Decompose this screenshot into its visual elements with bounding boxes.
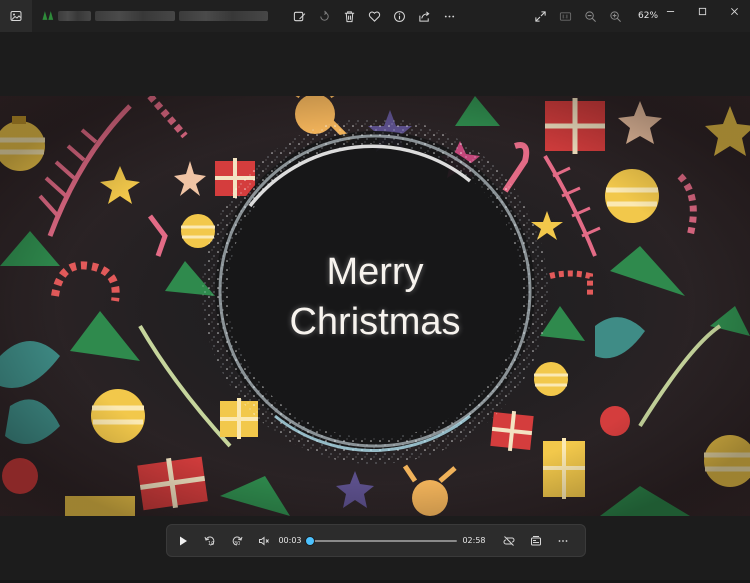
maximize-button[interactable] [686,0,718,22]
captions-icon [530,535,541,545]
close-icon [730,7,738,15]
play-button[interactable] [169,525,196,556]
maximize-icon [698,7,706,15]
rotate-icon [320,10,329,21]
player-more-button[interactable] [549,525,576,556]
zoom-out-button[interactable] [578,4,603,28]
trash-icon [344,10,355,22]
expand-icon [535,10,546,22]
edit-image-button[interactable] [287,4,312,28]
actual-size-button[interactable] [553,4,578,28]
svg-text:30: 30 [234,541,240,547]
skip-forward-30-icon: 30 [232,536,242,547]
svg-text:10: 10 [208,541,214,547]
captions-button[interactable] [522,525,549,556]
rotate-button[interactable] [312,4,337,28]
duration: 02:58 [462,536,486,545]
favorite-button[interactable] [362,4,387,28]
seek-track [307,539,457,542]
window-controls [654,0,750,22]
heart-icon [368,11,381,22]
repeat-button[interactable] [495,525,522,556]
delete-button[interactable] [337,4,362,28]
skip-back-10-icon: 10 [204,536,214,547]
greeting-text: Merry Christmas [0,96,750,516]
share-button[interactable] [412,4,437,28]
zoom-in-icon [610,10,621,22]
actual-size-icon [559,11,572,21]
skip-forward-button[interactable]: 30 [223,525,250,556]
file-info-button[interactable] [387,4,412,28]
greeting-line-2: Christmas [289,301,461,343]
edit-image-icon [293,11,306,21]
seek-bar[interactable] [304,534,457,548]
video-frame[interactable]: Merry Christmas [0,96,750,516]
minimize-icon [666,10,674,12]
close-button[interactable] [718,0,750,22]
fullscreen-button[interactable] [528,4,553,28]
more-icon [444,15,455,17]
photos-app-icon[interactable] [0,0,32,32]
zoom-out-icon [585,10,596,22]
zoom-in-button[interactable] [603,4,628,28]
greeting-line-1: Merry [326,251,424,293]
volume-muted-icon [258,535,269,546]
share-icon [419,10,430,22]
tree-icon [42,11,54,20]
play-icon [179,536,187,545]
toolbar [287,4,462,28]
view-tools: 62% [528,4,664,28]
file-name-blurred [42,10,268,22]
current-time: 00:03 [278,536,302,545]
repeat-off-icon [503,535,514,546]
player-controls: 10 30 00:03 02:58 [166,524,586,557]
seek-thumb[interactable] [304,535,315,546]
mute-button[interactable] [250,525,277,556]
more-button[interactable] [437,4,462,28]
skip-back-button[interactable]: 10 [196,525,223,556]
more-icon [558,539,567,542]
minimize-button[interactable] [654,0,686,22]
info-icon [394,10,405,22]
